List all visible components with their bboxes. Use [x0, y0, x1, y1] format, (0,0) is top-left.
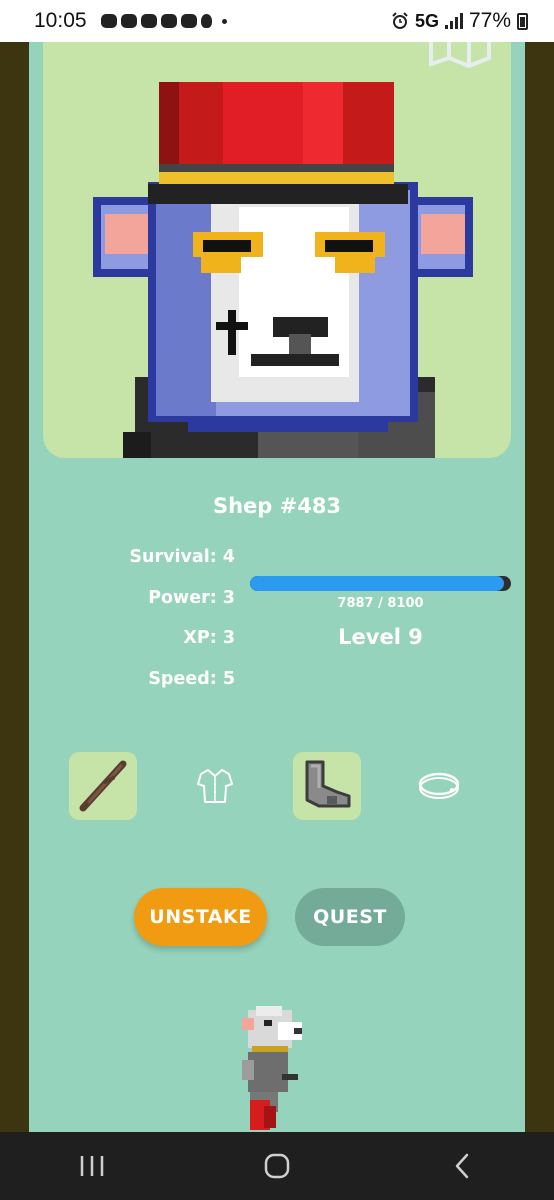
- equipment-slot-weapon[interactable]: [69, 752, 137, 820]
- level-label: Level 9: [338, 625, 423, 649]
- map-icon[interactable]: [429, 42, 491, 70]
- battery-percent: 77%: [468, 9, 511, 32]
- xp-progress-text: 7887 / 8100: [337, 596, 424, 611]
- character-portrait: [43, 42, 511, 458]
- unstake-button[interactable]: UNSTAKE: [134, 888, 267, 946]
- equipment-slot-boots[interactable]: [293, 752, 361, 820]
- app-panel: Shep #483 Survival: 4 Power: 3 XP: 3 Spe…: [29, 42, 525, 1132]
- xp-progress-fill: [250, 576, 505, 591]
- battery-icon: [517, 12, 528, 30]
- collar-icon: [418, 772, 460, 799]
- xp-progress-bar: [250, 576, 511, 591]
- notification-icons: [100, 14, 227, 28]
- network-type: 5G: [414, 10, 439, 31]
- signal-icon: [444, 13, 463, 29]
- back-button[interactable]: [432, 1141, 492, 1191]
- recent-apps-button[interactable]: [62, 1141, 122, 1191]
- discord-icon: [180, 14, 197, 28]
- stat-power: Power: 3: [148, 588, 235, 608]
- quest-button[interactable]: QUEST: [295, 888, 405, 946]
- clock: 10:05: [34, 9, 87, 32]
- equipment-slot-collar[interactable]: [405, 752, 473, 820]
- home-icon: [264, 1153, 290, 1179]
- sheep-avatar: [93, 82, 473, 458]
- recent-apps-icon: [81, 1156, 104, 1176]
- sheep-sprite: [242, 1006, 302, 1130]
- alarm-icon: [392, 12, 408, 29]
- chat-icon: [100, 14, 117, 28]
- tinder-icon: [200, 14, 212, 28]
- more-notifications-dot: [221, 18, 227, 24]
- stick-icon: [79, 760, 127, 812]
- shirt-icon: [197, 769, 233, 803]
- discord-icon: [140, 14, 157, 28]
- stat-survival: Survival: 4: [129, 547, 235, 567]
- character-name: Shep #483: [212, 494, 342, 518]
- system-nav-bar: [0, 1132, 554, 1200]
- discord-icon: [120, 14, 137, 28]
- back-icon: [455, 1153, 468, 1179]
- stat-speed: Speed: 5: [148, 669, 235, 689]
- home-button[interactable]: [247, 1141, 307, 1191]
- boots-icon: [305, 760, 351, 808]
- equipment-slot-shirt[interactable]: [181, 752, 249, 820]
- discord-icon: [160, 14, 177, 28]
- stat-xp: XP: 3: [183, 628, 235, 648]
- status-bar: 10:05 5G 77%: [0, 0, 554, 42]
